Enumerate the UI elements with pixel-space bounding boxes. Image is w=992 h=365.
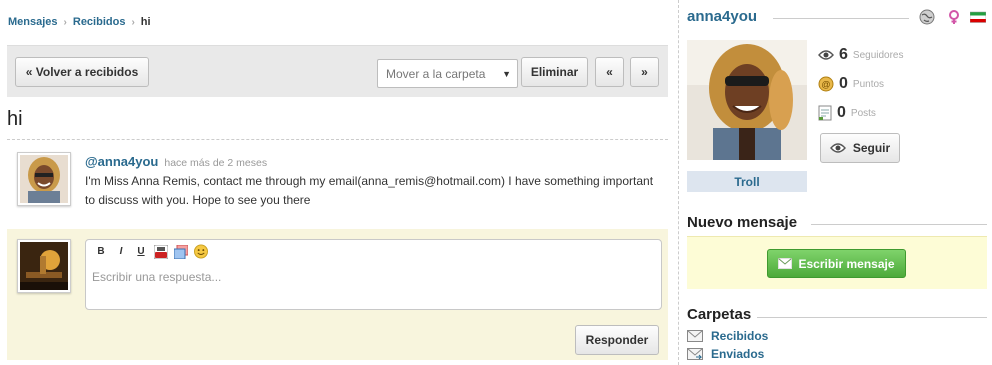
profile-photo[interactable]	[687, 40, 807, 160]
points-count: 0	[839, 75, 848, 92]
posts-count: 0	[837, 104, 846, 121]
message-timestamp: hace más de 2 meses	[164, 157, 268, 169]
sender-avatar[interactable]	[17, 152, 71, 206]
image-icon[interactable]	[174, 244, 188, 259]
profile-sidebar: anna4you Troll 6 Seguidores @ 0 Puntos 0…	[687, 0, 992, 365]
document-icon	[818, 105, 832, 121]
underline-button[interactable]: U	[134, 244, 148, 259]
follow-button[interactable]: Seguir	[820, 133, 900, 163]
reply-input[interactable]	[92, 270, 652, 300]
folder-label: Enviados	[711, 347, 765, 361]
country-flag-icon	[970, 11, 986, 23]
reply-button[interactable]: Responder	[575, 325, 659, 355]
eye-icon	[818, 50, 834, 60]
youtube-icon[interactable]	[154, 244, 168, 259]
message-title: hi	[7, 108, 23, 130]
emoticon-icon[interactable]	[194, 244, 208, 259]
posts-label: Posts	[850, 107, 876, 119]
sent-envelope-icon	[687, 348, 703, 360]
message-toolbar: « Volver a recibidos Mover a la carpeta …	[7, 45, 668, 97]
divider	[773, 18, 909, 19]
coin-icon: @	[818, 76, 834, 92]
new-message-box: Escribir mensaje	[687, 236, 987, 289]
posts-stat: 0 Posts	[818, 104, 876, 122]
svg-text:@: @	[821, 80, 830, 90]
envelope-icon	[778, 258, 793, 269]
folder-label: Recibidos	[711, 329, 769, 343]
points-label: Puntos	[852, 78, 885, 90]
reply-editor: B I U	[85, 239, 662, 310]
followers-stat: 6 Seguidores	[818, 46, 904, 64]
folders-title: Carpetas	[687, 306, 752, 323]
divider	[811, 224, 987, 225]
breadcrumb: Mensajes › Recibidos › hi	[8, 16, 151, 28]
folder-enviados[interactable]: Enviados	[687, 347, 764, 361]
breadcrumb-mensajes[interactable]: Mensajes	[8, 16, 58, 28]
profile-name-link[interactable]: anna4you	[687, 8, 757, 25]
message-sender-link[interactable]: @anna4you	[85, 154, 158, 169]
reply-area: B I U Responder	[7, 229, 668, 360]
my-avatar[interactable]	[17, 239, 71, 293]
breadcrumb-current: hi	[140, 16, 151, 28]
move-to-folder-select[interactable]: Mover a la carpeta ▼	[377, 59, 518, 88]
move-to-folder-value: Mover a la carpeta	[386, 66, 486, 81]
message-body: I'm Miss Anna Remis, contact me through …	[85, 174, 654, 207]
italic-button[interactable]: I	[114, 244, 128, 259]
follow-label: Seguir	[852, 141, 891, 155]
followers-count: 6	[839, 46, 848, 63]
eye-icon	[829, 143, 846, 153]
new-message-title: Nuevo mensaje	[687, 214, 798, 231]
editor-toolbar: B I U	[94, 244, 208, 259]
dropdown-arrow-icon: ▼	[502, 69, 511, 79]
delete-button[interactable]: Eliminar	[521, 57, 588, 87]
chevron-right-icon: ›	[63, 16, 67, 28]
message-panel: Mensajes › Recibidos › hi « Volver a rec…	[0, 0, 672, 365]
folder-recibidos[interactable]: Recibidos	[687, 329, 768, 343]
chevron-right-icon: ›	[131, 16, 135, 28]
back-to-inbox-button[interactable]: « Volver a recibidos	[15, 57, 149, 87]
previous-message-button[interactable]: «	[595, 57, 624, 87]
rank-badge: Troll	[687, 171, 807, 192]
write-message-label: Escribir mensaje	[798, 256, 895, 271]
envelope-icon	[687, 330, 703, 342]
divider	[7, 139, 668, 140]
divider	[757, 317, 987, 318]
breadcrumb-recibidos[interactable]: Recibidos	[73, 16, 126, 28]
message-meta: @anna4you hace más de 2 meses	[85, 154, 267, 169]
female-icon	[949, 10, 959, 24]
globe-icon	[919, 9, 935, 25]
column-divider	[678, 0, 679, 365]
followers-label: Seguidores	[852, 49, 904, 61]
write-message-button[interactable]: Escribir mensaje	[767, 249, 906, 278]
points-stat: @ 0 Puntos	[818, 75, 884, 93]
bold-button[interactable]: B	[94, 244, 108, 259]
next-message-button[interactable]: »	[630, 57, 659, 87]
